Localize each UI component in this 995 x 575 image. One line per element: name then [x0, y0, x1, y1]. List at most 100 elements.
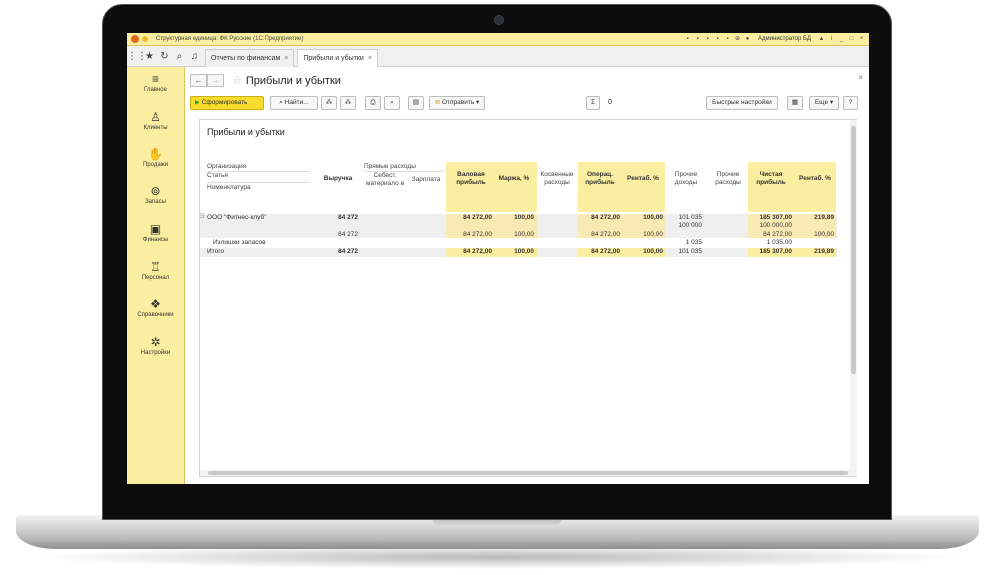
calendar-icon[interactable]: ▪	[724, 36, 731, 43]
sidebar-item-label: Клиенты	[143, 125, 168, 131]
more-button[interactable]: Еще ▾	[809, 96, 839, 110]
sidebar-item-settings[interactable]: ✲ Настройки	[127, 336, 184, 357]
favorites-icon[interactable]: ★	[142, 51, 157, 62]
send-label: Отправить	[441, 99, 475, 106]
more-label: Еще	[814, 99, 829, 106]
total-margin: 100,00	[514, 248, 534, 255]
close-icon[interactable]: ×	[858, 36, 865, 43]
close-tab-icon[interactable]: ×	[368, 55, 372, 62]
save-icon[interactable]: ▤	[408, 96, 424, 110]
sidebar-item-sales[interactable]: ✋ Продажи	[127, 148, 184, 169]
cell-margin: 100,00	[514, 214, 534, 221]
sidebar-item-label: Продажи	[142, 162, 169, 168]
cell-other-income: 1 035	[685, 239, 702, 246]
user-icon[interactable]: ●	[744, 36, 751, 43]
sidebar-item-finance[interactable]: ▣ Финансы	[127, 222, 184, 244]
preview-icon[interactable]: ⌕	[384, 96, 400, 110]
header-net-profitability: Рентаб. %	[799, 175, 831, 182]
cell-net: 1 035,00	[766, 239, 792, 246]
total-oper: 84 272,00	[591, 248, 620, 255]
header-article: Статья	[207, 172, 228, 179]
app-menu-icon[interactable]	[142, 36, 148, 42]
sidebar-item-label: Запасы	[145, 199, 166, 205]
generate-button[interactable]: ▶ Сформировать	[190, 96, 264, 110]
user-name[interactable]: Администратор БД	[758, 36, 811, 42]
find-label: Найти...	[284, 99, 309, 106]
scroll-thumb[interactable]	[208, 471, 848, 475]
play-icon: ▶	[195, 100, 200, 106]
sidebar-item-clients[interactable]: ♙ Клиенты	[127, 111, 184, 132]
sidebar: ≡ Главное ♙ Клиенты ✋ Продажи ⊚ Запасы ▣…	[127, 67, 185, 484]
report-area[interactable]: Прибыли и убытки Организация Статья Номе…	[199, 119, 857, 477]
collapse-groups-icon[interactable]: ⁂	[340, 96, 356, 110]
collapse-group-icon[interactable]: ⊟	[200, 213, 205, 221]
cell-net: 185 307,00	[759, 214, 792, 221]
quick-settings-button[interactable]: Быстрые настройки	[706, 96, 778, 110]
total-label: Итого	[207, 248, 225, 255]
bell-icon[interactable]: ♫	[187, 51, 202, 62]
close-tab-icon[interactable]: ×	[284, 55, 288, 62]
total-net: 185 307,00	[759, 248, 792, 255]
scroll-thumb[interactable]	[851, 126, 856, 374]
total-rent: 100,00	[643, 248, 663, 255]
print-icon[interactable]: ▪	[694, 36, 701, 43]
minimize-icon[interactable]: _	[838, 36, 845, 43]
settings-icon[interactable]: ▦	[787, 96, 803, 110]
search-icon[interactable]: ⌕	[172, 51, 187, 62]
header-organization: Организация	[207, 163, 247, 170]
forward-arrow-icon[interactable]: →	[207, 74, 224, 87]
horizontal-scrollbar[interactable]	[200, 470, 850, 476]
save-icon[interactable]: ▪	[684, 36, 691, 43]
calculator-icon[interactable]: ▪	[714, 36, 721, 43]
report-title: Прибыли и убытки	[207, 127, 285, 137]
net-band	[748, 162, 836, 212]
toolbar: ▶ Сформировать ⌕ Найти... ⁂ ⁂ ⎙ ⌕ ▤ ✉ Отп…	[190, 96, 862, 110]
menu-icon: ≡	[151, 72, 159, 86]
help-button[interactable]: ?	[843, 96, 858, 110]
print-icon[interactable]: ⎙	[365, 96, 381, 110]
history-nav-icon[interactable]: ↻	[157, 51, 172, 62]
notifications-icon[interactable]: ▲	[818, 36, 825, 43]
close-form-icon[interactable]: ×	[858, 73, 863, 82]
sidebar-item-catalogs[interactable]: ❖ Справочники	[127, 298, 184, 319]
form-nav: ← → ☆ Прибыли и убытки	[190, 74, 341, 87]
sidebar-item-label: Финансы	[142, 237, 169, 243]
staff-icon: ♖	[150, 260, 161, 274]
sidebar-item-label: Главное	[144, 87, 167, 93]
quick-settings-label: Быстрые настройки	[712, 99, 772, 106]
header-divider	[207, 182, 310, 183]
header-profitability: Рентаб. %	[627, 175, 659, 182]
maximize-icon[interactable]: □	[848, 36, 855, 43]
total-net-rent: 219,89	[814, 248, 834, 255]
cell-margin: 100,00	[514, 231, 534, 238]
header-other-expenses: Прочие расходы	[715, 171, 741, 186]
sidebar-item-main[interactable]: ≡ Главное	[127, 72, 184, 94]
oper-band	[578, 162, 665, 212]
tab-profit-loss[interactable]: Прибыли и убытки ×	[297, 48, 378, 67]
find-button[interactable]: ⌕ Найти...	[270, 96, 318, 110]
header-indirect: Косвенные расходы	[540, 171, 574, 186]
header-salary: Зарплата	[411, 176, 441, 183]
favorite-star-icon[interactable]: ☆	[232, 74, 242, 87]
sidebar-item-stock[interactable]: ⊚ Запасы	[127, 185, 184, 206]
header-other-income: Прочие доходы	[674, 171, 698, 186]
expand-groups-icon[interactable]: ⁂	[321, 96, 337, 110]
search-icon: ⌕	[279, 99, 283, 106]
send-button[interactable]: ✉ Отправить ▾	[429, 96, 485, 110]
cell-gross: 84 272,00	[463, 231, 492, 238]
sum-button[interactable]: Σ	[586, 96, 600, 110]
tab-label: Отчеты по финансам	[211, 54, 281, 62]
wallet-icon: ▣	[149, 222, 162, 236]
cell-revenue: 84 272	[338, 214, 358, 221]
cell-net-rent: 219,89	[814, 214, 834, 221]
history-icon[interactable]: ▪	[704, 36, 711, 43]
tab-finance-reports[interactable]: Отчеты по финансам ×	[205, 48, 295, 67]
sidebar-item-staff[interactable]: ♖ Персонал	[127, 260, 184, 282]
info-icon[interactable]: i	[828, 36, 835, 43]
back-arrow-icon[interactable]: ←	[190, 74, 207, 87]
row-name: ООО "Фитнес-клуб"	[207, 214, 267, 221]
zoom-icon[interactable]: ⊕	[734, 36, 741, 43]
sum-value: 0	[608, 99, 612, 106]
vertical-scrollbar[interactable]	[850, 120, 857, 476]
grid-menu-icon[interactable]: ⋮⋮	[127, 51, 147, 62]
